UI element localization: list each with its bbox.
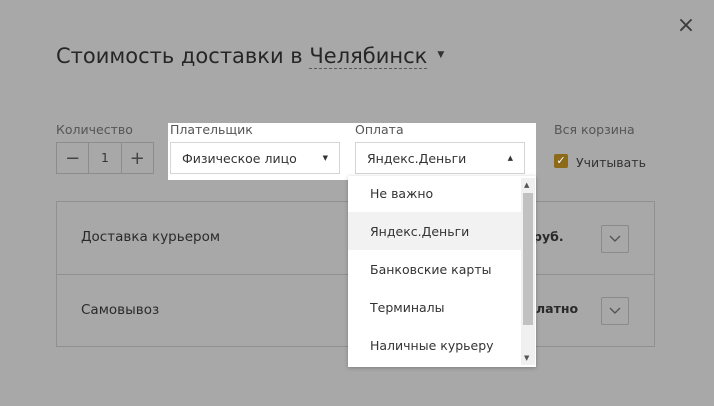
- chevron-down-icon: [609, 235, 621, 242]
- payment-option[interactable]: Банковские карты: [348, 250, 522, 288]
- title-prefix: Стоимость доставки в: [56, 44, 310, 68]
- pickup-price: латно: [536, 301, 579, 316]
- city-selector[interactable]: Челябинск: [309, 44, 428, 69]
- delivery-courier-expand[interactable]: [601, 225, 629, 253]
- payment-option[interactable]: Терминалы: [348, 288, 522, 326]
- chevron-down-icon: [609, 307, 621, 314]
- cart-label: Вся корзина: [554, 122, 635, 137]
- pickup-expand[interactable]: [601, 297, 629, 325]
- cart-checkbox[interactable]: ✓: [554, 154, 568, 168]
- payment-label: Оплата: [355, 122, 404, 137]
- payment-dropdown: Не важно Яндекс.Деньги Банковские карты …: [348, 176, 536, 367]
- pickup-label: Самовывоз: [81, 302, 160, 318]
- quantity-label: Количество: [56, 122, 133, 137]
- chevron-up-icon: ▲: [507, 154, 513, 162]
- decrement-button[interactable]: −: [57, 143, 88, 173]
- payer-label: Плательщик: [170, 122, 253, 137]
- payment-option-selected[interactable]: Яндекс.Деньги: [348, 212, 522, 250]
- scroll-down-icon[interactable]: ▼: [524, 354, 529, 362]
- close-icon[interactable]: ×: [676, 14, 696, 38]
- payment-option[interactable]: Не важно: [348, 176, 522, 212]
- payer-select[interactable]: Физическое лицо ▼: [170, 142, 340, 174]
- payment-select[interactable]: Яндекс.Деньги ▲: [355, 142, 525, 174]
- payment-select-value: Яндекс.Деньги: [367, 150, 467, 166]
- scrollbar-thumb[interactable]: [523, 193, 533, 325]
- delivery-courier-label: Доставка курьером: [81, 229, 221, 245]
- chevron-down-icon: ▼: [322, 154, 328, 162]
- cart-checkbox-label[interactable]: Учитывать: [576, 155, 646, 170]
- city-caret-icon[interactable]: ▼: [437, 50, 444, 60]
- scroll-up-icon[interactable]: ▲: [524, 181, 529, 189]
- payment-option[interactable]: Наличные курьеру: [348, 326, 522, 364]
- page-title: Стоимость доставки в Челябинск ▼: [56, 44, 444, 69]
- quantity-stepper: − 1 +: [56, 142, 154, 174]
- payer-select-value: Физическое лицо: [182, 150, 297, 166]
- quantity-input[interactable]: 1: [88, 143, 122, 173]
- increment-button[interactable]: +: [122, 143, 153, 173]
